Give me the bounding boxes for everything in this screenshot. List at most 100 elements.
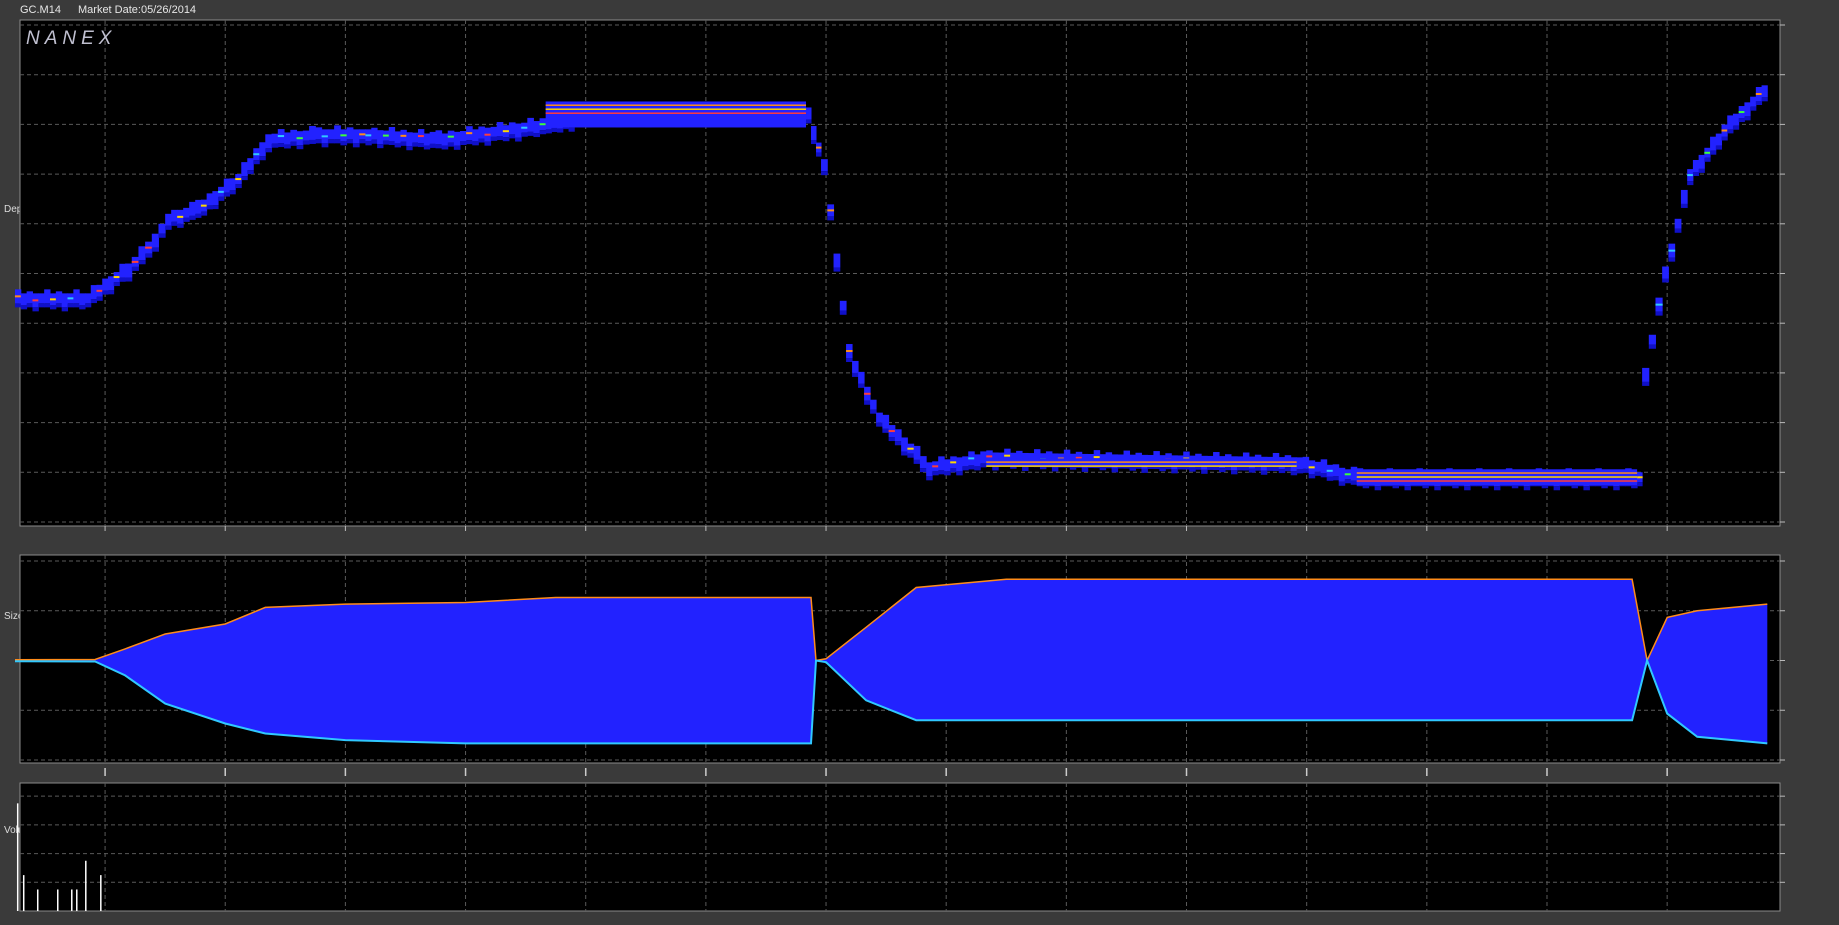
depth-heat-cell	[839, 310, 847, 315]
depth-heat-cell	[833, 253, 841, 268]
depth-heat-cell	[309, 139, 316, 144]
depth-level-line	[1356, 476, 1638, 478]
size-panel	[14, 554, 1785, 776]
depth-heat-cell	[1201, 469, 1208, 474]
depth-heat-cell	[435, 130, 443, 145]
depth-heat-cell	[90, 299, 97, 304]
depth-heat-cell	[1727, 129, 1734, 134]
depth-heat-cell	[1051, 467, 1059, 472]
depth-heat-cell	[1338, 481, 1346, 486]
depth-heat-cell	[858, 371, 865, 384]
depth-heat-cell	[284, 132, 291, 145]
depth-heat-cell	[950, 468, 957, 473]
depth-heat-cell	[926, 462, 933, 477]
volume-bar	[16, 803, 19, 911]
depth-heat-cell	[472, 129, 479, 142]
depth-heat-cell	[309, 125, 316, 140]
depth-level-line	[321, 135, 329, 138]
depth-level-line	[950, 461, 957, 464]
depth-level-line	[382, 134, 390, 137]
depth-level-line	[1655, 303, 1663, 306]
depth-heat-cell	[340, 141, 348, 146]
depth-level-line	[888, 430, 896, 433]
depth-heat-cell	[888, 437, 896, 442]
depth-heat-cell	[1750, 96, 1757, 107]
volume-bar	[22, 875, 25, 911]
depth-heat-cell	[1732, 125, 1740, 130]
depth-heat-cell	[327, 129, 335, 140]
depth-heat-cell	[49, 305, 57, 310]
depth-heat-cell	[1248, 468, 1256, 473]
depth-heat-cell	[259, 142, 266, 157]
depth-heat-cell	[158, 223, 166, 234]
depth-panel: NANEX	[14, 19, 1785, 531]
depth-heat-cell	[1680, 189, 1688, 204]
depth-level-line	[145, 246, 153, 249]
depth-level-line	[1755, 93, 1763, 95]
depth-heat-cell	[412, 142, 419, 147]
depth-heat-cell	[919, 468, 927, 473]
depth-heat-cell	[1648, 344, 1656, 349]
depth-level-line	[545, 108, 807, 110]
depth-heat-cell	[1081, 467, 1089, 472]
depth-heat-cell	[429, 131, 437, 144]
depth-heat-cell	[870, 399, 877, 410]
depth-heat-cell	[290, 141, 298, 146]
depth-heat-cell	[1761, 97, 1768, 102]
depth-heat-cell	[852, 372, 859, 377]
depth-heat-cell	[429, 143, 437, 148]
depth-heat-cell	[1129, 466, 1136, 471]
depth-level-line	[986, 461, 1297, 463]
depth-heat-cell	[183, 217, 190, 222]
depth-heat-cell	[1738, 118, 1745, 123]
depth-level-line	[32, 299, 39, 302]
depth-heat-cell	[1662, 266, 1669, 279]
depth-heat-cell	[271, 133, 279, 144]
depth-heat-cell	[165, 225, 172, 230]
depth-heat-cell	[447, 142, 455, 147]
depth-heat-cell	[145, 253, 153, 258]
depth-heat-cell	[1583, 486, 1590, 491]
depth-heat-cell	[459, 140, 467, 145]
depth-heat-cell	[1332, 464, 1340, 477]
depth-level-line	[359, 133, 366, 136]
depth-heat-cell	[1692, 160, 1700, 172]
depth-level-line	[96, 289, 103, 292]
depth-heat-cell	[962, 466, 969, 471]
volume-bar	[76, 889, 78, 911]
depth-heat-cell	[1230, 470, 1238, 475]
depth-heat-cell	[1219, 468, 1226, 473]
volume-bar	[71, 889, 73, 911]
depth-heat-cell	[1332, 476, 1340, 481]
depth-level-line	[846, 350, 853, 353]
depth-level-line	[968, 457, 975, 460]
depth-heat-cell	[96, 296, 103, 301]
depth-level-line	[864, 392, 871, 395]
depth-heat-cell	[944, 459, 951, 472]
depth-level-line	[1668, 249, 1676, 252]
depth-level-line	[14, 295, 22, 298]
depth-heat-cell	[247, 158, 254, 171]
depth-heat-cell	[183, 207, 190, 218]
volume-bar	[100, 875, 102, 911]
depth-heat-cell	[1692, 172, 1700, 176]
volume-panel	[16, 782, 1785, 912]
depth-heat-cell	[901, 437, 908, 452]
depth-heat-cell	[1744, 116, 1751, 121]
depth-heat-cell	[496, 122, 504, 137]
depth-heat-cell	[388, 126, 396, 141]
depth-heat-cell	[212, 191, 219, 206]
depth-level-line	[986, 455, 993, 458]
depth-level-line	[400, 134, 407, 137]
depth-heat-cell	[1755, 101, 1763, 105]
depth-heat-cell	[61, 307, 69, 312]
depth-heat-cell	[811, 140, 817, 145]
depth-heat-cell	[1266, 466, 1274, 471]
depth-heat-cell	[102, 278, 109, 291]
depth-heat-cell	[346, 139, 354, 144]
depth-heat-cell	[568, 127, 575, 132]
depth-heat-cell	[14, 303, 22, 308]
depth-heat-cell	[926, 476, 933, 481]
depth-heat-cell	[1668, 257, 1676, 262]
depth-heat-cell	[919, 456, 927, 469]
